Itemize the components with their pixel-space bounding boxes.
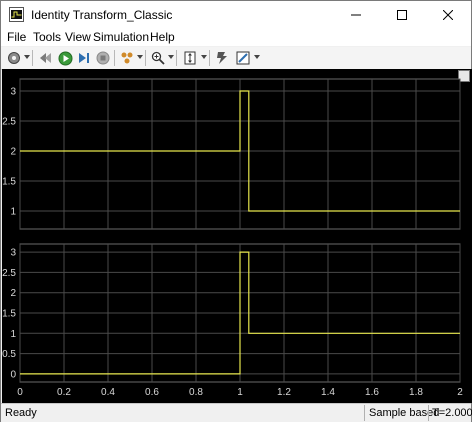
- run-icon: [58, 51, 72, 65]
- axes-2-ytick-label: 2: [10, 288, 16, 299]
- status-divider: [364, 405, 365, 421]
- menu-simulation[interactable]: Simulation: [93, 30, 149, 44]
- toolbar-separator: [32, 50, 33, 66]
- style-button[interactable]: [234, 49, 252, 67]
- scope-window: Identity Transform_Classic File Tools Vi…: [0, 0, 472, 422]
- stop-button[interactable]: [94, 49, 112, 67]
- axes-2-xtick-label: 1: [237, 387, 243, 398]
- maximize-icon: [397, 10, 407, 20]
- stop-icon: [96, 51, 110, 65]
- toolbar-separator: [114, 50, 115, 66]
- axes-1-ytick-label: 3: [10, 87, 16, 98]
- minimize-icon: [351, 14, 361, 16]
- axes-2-ytick-label: 0: [10, 369, 16, 380]
- zoom-dropdown-arrow[interactable]: [168, 55, 174, 59]
- menu-bar: File Tools View Simulation Help: [1, 29, 471, 46]
- restore-layout-button[interactable]: [37, 49, 55, 67]
- axes-1-ytick-label: 2: [10, 147, 16, 158]
- axes-2-xtick-label: 1.8: [409, 387, 423, 398]
- status-bar: Ready Sample based T=2.000: [1, 403, 472, 422]
- toolbar-separator: [209, 50, 210, 66]
- close-button[interactable]: [425, 1, 471, 29]
- axes-2-xtick-label: 0: [17, 387, 23, 398]
- style-icon: [236, 51, 250, 65]
- axes-1-ytick-label: 1: [10, 207, 16, 218]
- axes-2-xtick-label: 0.8: [189, 387, 203, 398]
- restore-layout-icon: [40, 53, 51, 63]
- scope-display: 1 1.5 2 2.5 3 0 0.5 1 1.5 2 2.5 3 0 0.2 0.4 0.6 0.8 1 1.2 1…: [2, 69, 472, 403]
- zoom-icon: [151, 51, 165, 65]
- minimize-button[interactable]: [333, 1, 379, 29]
- run-button[interactable]: [56, 49, 74, 67]
- highlight-button[interactable]: [118, 49, 136, 67]
- status-text: Ready: [5, 407, 37, 419]
- toolbar-separator: [145, 50, 146, 66]
- triggers-button[interactable]: [213, 49, 231, 67]
- zoom-button[interactable]: [149, 49, 167, 67]
- menu-help[interactable]: Help: [150, 30, 175, 44]
- settings-icon: [8, 52, 20, 64]
- axes-2-ytick-label: 1.5: [2, 309, 16, 320]
- axes-2-xtick-label: 0.6: [145, 387, 159, 398]
- axes-2-xtick-label: 1.6: [365, 387, 379, 398]
- toolbar: [1, 47, 471, 70]
- axes-1-ytick-label: 1.5: [2, 177, 16, 188]
- toolbar-separator: [176, 50, 177, 66]
- menu-tools[interactable]: Tools: [33, 30, 61, 44]
- menu-view[interactable]: View: [65, 30, 91, 44]
- step-forward-button[interactable]: [75, 49, 93, 67]
- step-forward-icon: [79, 53, 89, 63]
- highlight-icon: [121, 52, 133, 64]
- scope-app-icon: [9, 7, 24, 22]
- settings-button[interactable]: [5, 49, 23, 67]
- sim-time-label: T=2.000: [432, 407, 472, 419]
- status-divider: [428, 405, 429, 421]
- window-title: Identity Transform_Classic: [31, 8, 173, 22]
- axes-2-xtick-label: 2: [457, 387, 463, 398]
- autoscale-icon: [184, 51, 196, 65]
- title-bar[interactable]: Identity Transform_Classic: [1, 1, 471, 29]
- axes-2-xtick-label: 0.4: [101, 387, 115, 398]
- axes-2-ytick-label: 3: [10, 248, 16, 259]
- autoscale-button[interactable]: [181, 49, 199, 67]
- style-dropdown-arrow[interactable]: [254, 55, 260, 59]
- close-icon: [443, 10, 453, 20]
- axes-2-ytick-label: 2.5: [2, 268, 16, 279]
- axes-1-ytick-label: 2.5: [2, 117, 16, 128]
- triggers-icon: [217, 52, 227, 64]
- scope-plots[interactable]: 1 1.5 2 2.5 3 0 0.5 1 1.5 2 2.5 3 0 0.2 0.4 0.6 0.8 1 1.2 1…: [2, 69, 472, 403]
- menu-file[interactable]: File: [7, 30, 26, 44]
- maximize-button[interactable]: [379, 1, 425, 29]
- axes-2-ytick-label: 0.5: [2, 349, 16, 360]
- axes-2-xtick-label: 1.2: [277, 387, 291, 398]
- settings-dropdown-arrow[interactable]: [24, 55, 30, 59]
- autoscale-dropdown-arrow[interactable]: [201, 55, 207, 59]
- axes-2-ytick-label: 1: [10, 329, 16, 340]
- axes-2-xtick-label: 1.4: [321, 387, 335, 398]
- axes-2-xtick-label: 0.2: [57, 387, 71, 398]
- highlight-dropdown-arrow[interactable]: [137, 55, 143, 59]
